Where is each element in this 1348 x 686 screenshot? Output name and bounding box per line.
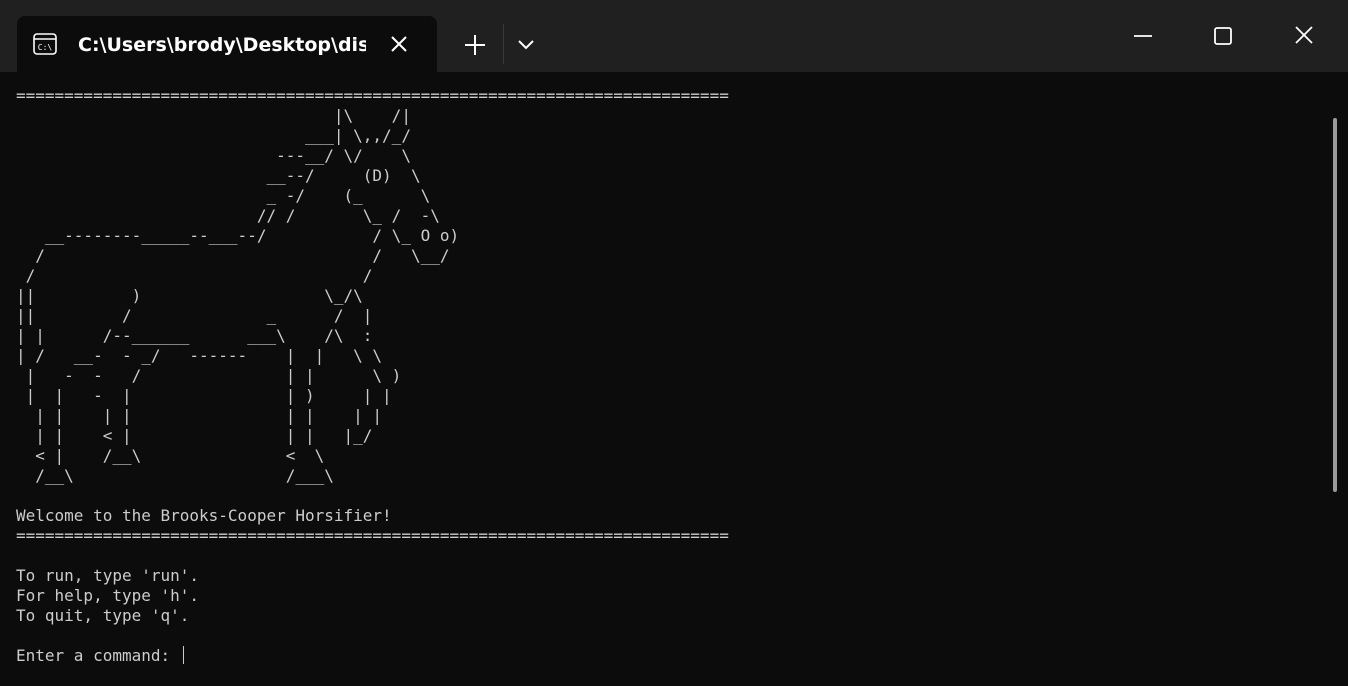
- close-tab-icon[interactable]: [385, 30, 413, 58]
- tab-title: C:\Users\brody\Desktop\dist\: [78, 34, 366, 56]
- close-icon: [1295, 26, 1313, 44]
- horse-ascii-art: |\ /| ___| \,,/_/ ---__/ \/ \ __--/ (D) …: [16, 106, 460, 485]
- command-line[interactable]: Enter a command:: [16, 646, 1316, 666]
- separator-line: ========================================…: [16, 526, 729, 545]
- blank-line: [16, 546, 1316, 566]
- maximize-icon: [1214, 27, 1232, 45]
- close-window-button[interactable]: [1279, 18, 1329, 56]
- plus-icon: [465, 35, 485, 55]
- chevron-down-icon: [518, 40, 534, 50]
- instruction-quit: To quit, type 'q'.: [16, 606, 190, 625]
- new-tab-button[interactable]: [458, 28, 492, 62]
- console-output[interactable]: ========================================…: [16, 86, 1316, 676]
- separator-line: ========================================…: [16, 86, 729, 105]
- title-bar: C:\ C:\Users\brody\Desktop\dist\: [0, 0, 1348, 72]
- instruction-run: To run, type 'run'.: [16, 566, 200, 585]
- blank-line: [16, 626, 1316, 646]
- command-prompt: Enter a command:: [16, 646, 180, 665]
- instruction-help: For help, type 'h'.: [16, 586, 200, 605]
- terminal-tab[interactable]: C:\ C:\Users\brody\Desktop\dist\: [17, 16, 437, 72]
- terminal-icon: C:\: [33, 32, 57, 56]
- svg-text:C:\: C:\: [38, 43, 53, 52]
- scrollbar-thumb[interactable]: [1333, 118, 1337, 492]
- text-cursor: [182, 646, 184, 664]
- welcome-message: Welcome to the Brooks-Cooper Horsifier!: [16, 506, 392, 525]
- minimize-icon: [1134, 35, 1152, 37]
- minimize-button[interactable]: [1118, 18, 1168, 56]
- tab-dropdown-button[interactable]: [511, 28, 541, 62]
- tab-divider: [503, 24, 504, 64]
- blank-line: [16, 486, 1316, 506]
- maximize-button[interactable]: [1198, 18, 1248, 56]
